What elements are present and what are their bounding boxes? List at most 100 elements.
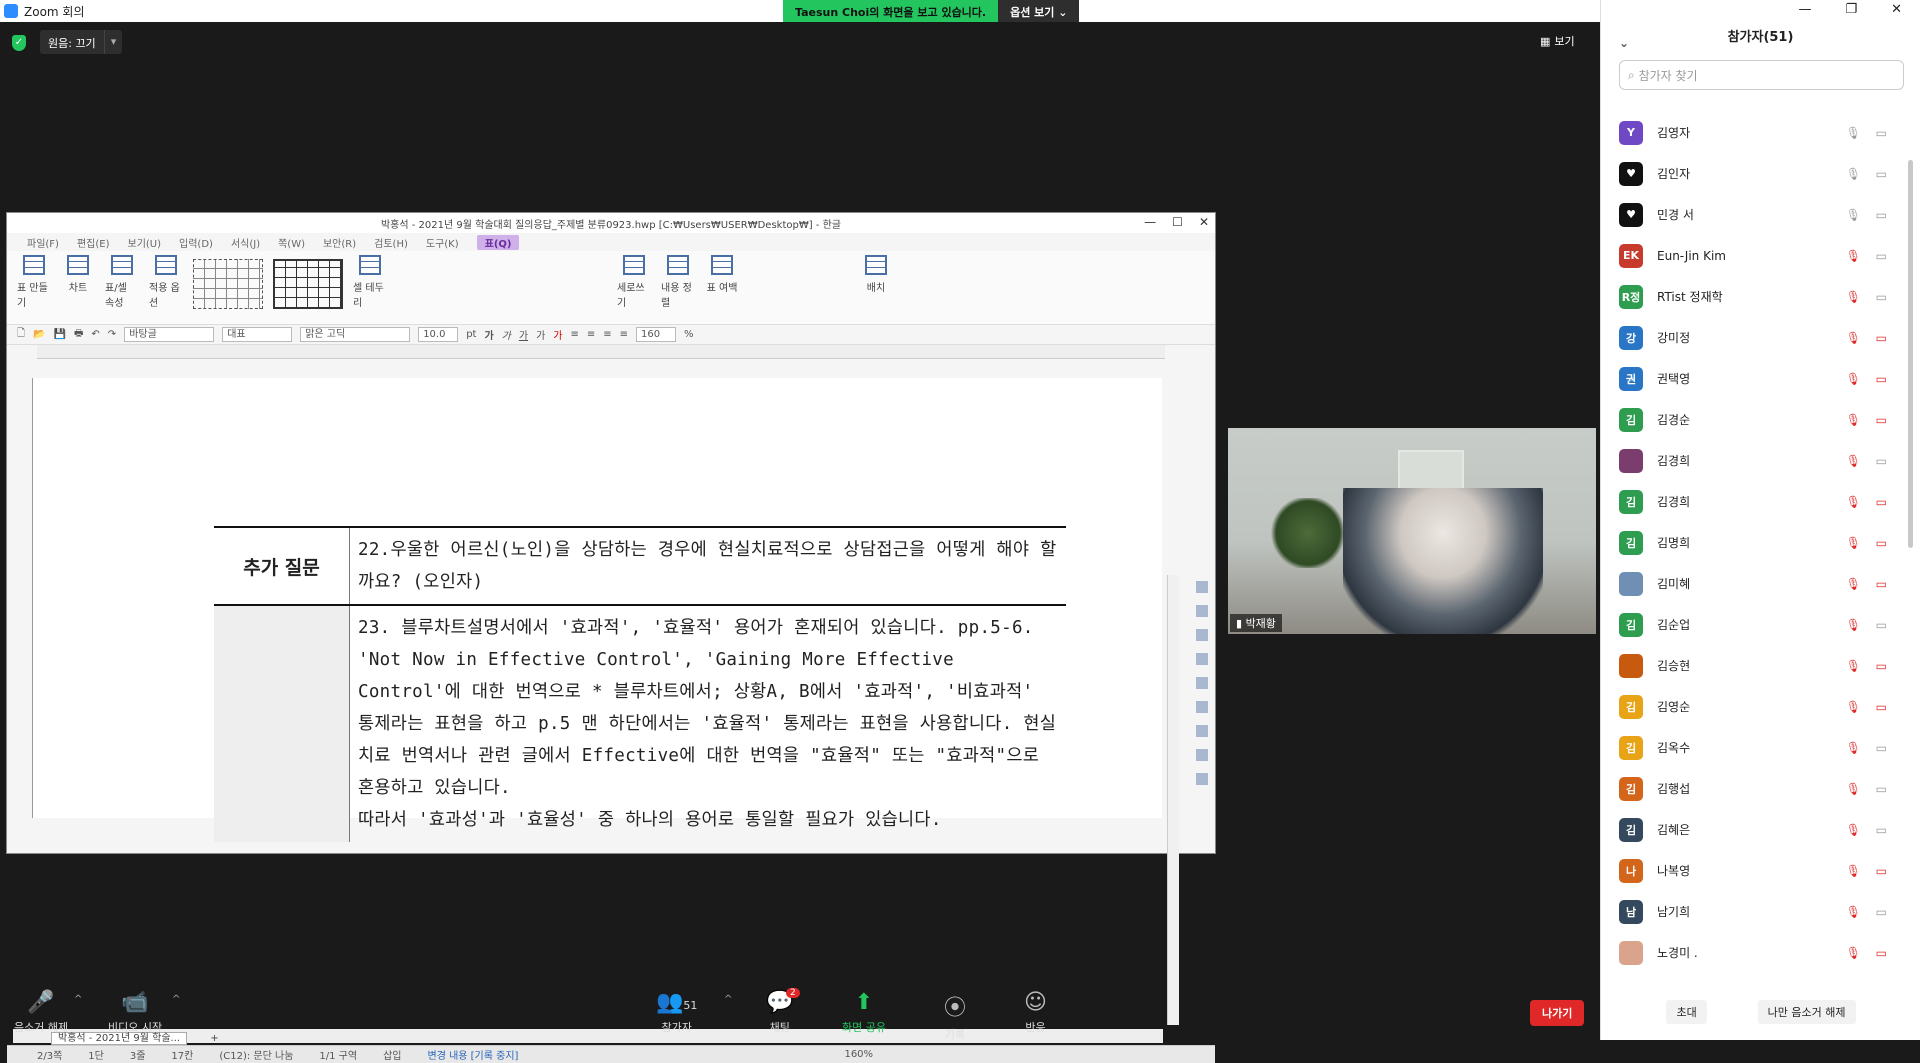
- close-icon[interactable]: ✕: [1891, 2, 1902, 17]
- participant-row[interactable]: 김경희 🎙 ▭: [1601, 440, 1901, 481]
- mic-muted-icon[interactable]: 🎙: [1846, 659, 1861, 673]
- participant-row[interactable]: EK Eun-Jin Kim 🎙 ▭: [1601, 235, 1901, 276]
- view-options-button[interactable]: 옵션 보기 ⌄: [998, 0, 1080, 22]
- mic-muted-icon[interactable]: 🎙: [1846, 413, 1861, 427]
- video-off-icon[interactable]: ▭: [1876, 577, 1887, 591]
- participants-button[interactable]: 👥51 참가자: [656, 990, 697, 1035]
- mic-muted-icon[interactable]: 🎙: [1846, 782, 1861, 796]
- chart-button[interactable]: 차트: [61, 255, 95, 320]
- video-off-icon[interactable]: ▭: [1876, 700, 1887, 714]
- new-doc-icon[interactable]: 🗋: [17, 326, 25, 343]
- menu-security[interactable]: 보안(R): [323, 235, 356, 250]
- video-off-icon[interactable]: ▭: [1876, 946, 1887, 960]
- mic-muted-icon[interactable]: 🎙: [1846, 618, 1861, 632]
- participant-row[interactable]: 김승현 🎙 ▭: [1601, 645, 1901, 686]
- mic-muted-icon[interactable]: 🎙: [1846, 536, 1861, 550]
- cell-properties-button[interactable]: 표/셀 속성: [105, 255, 139, 320]
- print-icon[interactable]: 🖶: [74, 326, 83, 343]
- minimize-icon[interactable]: —: [1144, 215, 1156, 229]
- original-sound-button[interactable]: 원음: 끄기 ▾: [40, 30, 123, 54]
- vertical-writing-button[interactable]: 세로쓰기: [617, 255, 651, 320]
- mic-muted-icon[interactable]: 🎙: [1846, 372, 1861, 386]
- side-tool-icon[interactable]: [1196, 749, 1208, 761]
- add-tab-icon[interactable]: +: [204, 1033, 224, 1044]
- side-tool-icon[interactable]: [1196, 581, 1208, 593]
- participant-row[interactable]: ♥ 김인자 🎙 ▭: [1601, 153, 1901, 194]
- share-screen-button[interactable]: ⬆ 화면 공유: [842, 990, 886, 1035]
- leave-button[interactable]: 나가기: [1530, 1000, 1585, 1026]
- participant-row[interactable]: 김 김명희 🎙 ▭: [1601, 522, 1901, 563]
- maximize-icon[interactable]: ☐: [1172, 215, 1183, 229]
- start-video-button[interactable]: 📹 비디오 시작: [108, 990, 162, 1035]
- font-size-field[interactable]: 10.0: [418, 327, 459, 342]
- unmute-me-button[interactable]: 나만 음소거 해제: [1757, 1000, 1856, 1024]
- participant-search-input[interactable]: ⌕ 참가자 찾기: [1619, 60, 1904, 90]
- video-off-icon[interactable]: ▭: [1876, 331, 1887, 345]
- participant-row[interactable]: 노경미 . 🎙 ▭: [1601, 932, 1901, 973]
- video-icon[interactable]: ▭: [1876, 167, 1887, 181]
- font-color-icon[interactable]: 가: [553, 327, 562, 342]
- encryption-shield-icon[interactable]: ✓: [12, 35, 26, 51]
- participant-row[interactable]: 강 강미정 🎙 ▭: [1601, 317, 1901, 358]
- underline-icon[interactable]: 가: [519, 327, 528, 342]
- close-icon[interactable]: ✕: [1199, 215, 1209, 229]
- audio-options-chevron-icon[interactable]: ^: [74, 994, 82, 1005]
- participant-row[interactable]: 김 김혜은 🎙 ▭: [1601, 809, 1901, 850]
- invite-button[interactable]: 초대: [1666, 1000, 1707, 1024]
- question-23-cell[interactable]: 23. 블루차트설명서에서 '효과적', '효율적' 용어가 혼재되어 있습니다…: [350, 606, 1066, 842]
- mic-muted-icon[interactable]: 🎙: [1846, 454, 1861, 468]
- participant-row[interactable]: 김 김행섭 🎙 ▭: [1601, 768, 1901, 809]
- mic-muted-icon[interactable]: 🎙: [1846, 290, 1861, 304]
- table-margin-button[interactable]: 표 여백: [705, 255, 739, 320]
- question-22[interactable]: 22.우울한 어르신(노인)을 상담하는 경우에 현실치료적으로 상담접근을 어…: [350, 528, 1066, 604]
- participant-row[interactable]: 김 김순업 🎙 ▭: [1601, 604, 1901, 645]
- align-left-icon[interactable]: ≡: [570, 329, 578, 340]
- cell-border-button[interactable]: 셀 테두리: [353, 255, 387, 320]
- strike-icon[interactable]: 가: [536, 327, 545, 342]
- align-center-icon[interactable]: ≡: [587, 329, 595, 340]
- side-tool-icon[interactable]: [1196, 701, 1208, 713]
- side-tool-icon[interactable]: [1196, 773, 1208, 785]
- video-icon[interactable]: ▭: [1876, 249, 1887, 263]
- vertical-scrollbar[interactable]: [1167, 575, 1179, 1025]
- mic-muted-icon[interactable]: 🎙: [1846, 577, 1861, 591]
- participant-row[interactable]: ♥ 민경 서 🎙 ▭: [1601, 194, 1901, 235]
- zoom-field[interactable]: 160: [636, 327, 677, 342]
- mic-muted-icon[interactable]: 🎙: [1846, 700, 1861, 714]
- mic-muted-icon[interactable]: 🎙: [1846, 741, 1861, 755]
- video-off-icon[interactable]: ▭: [1876, 372, 1887, 386]
- video-off-icon[interactable]: ▭: [1876, 495, 1887, 509]
- record-button[interactable]: ⦿ 기록: [944, 990, 966, 1042]
- menu-insert[interactable]: 입력(D): [179, 235, 213, 250]
- table-create-button[interactable]: 표 만들기: [17, 255, 51, 320]
- collapse-panel-icon[interactable]: ⌄: [1619, 36, 1629, 50]
- status-zoom[interactable]: 160%: [844, 1049, 873, 1060]
- participant-list-scrollbar[interactable]: [1908, 160, 1913, 548]
- language-select[interactable]: 대표: [222, 327, 293, 342]
- content-align-button[interactable]: 내용 정렬: [661, 255, 695, 320]
- mic-muted-icon[interactable]: 🎙: [1846, 331, 1861, 345]
- align-right-icon[interactable]: ≡: [603, 329, 611, 340]
- status-insert[interactable]: 삽입: [383, 1047, 401, 1062]
- table-header-cell[interactable]: 추가 질문: [214, 528, 350, 604]
- bold-icon[interactable]: 가: [484, 327, 493, 342]
- unmute-button[interactable]: 🎤 음소거 해제: [14, 990, 68, 1035]
- participants-options-chevron-icon[interactable]: ^: [724, 994, 732, 1005]
- participant-row[interactable]: R정 RTist 정재학 🎙 ▭: [1601, 276, 1901, 317]
- video-off-icon[interactable]: ▭: [1876, 864, 1887, 878]
- table-style-grid[interactable]: [273, 259, 343, 309]
- menu-page[interactable]: 쪽(W): [278, 235, 305, 250]
- video-icon[interactable]: ▭: [1876, 454, 1887, 468]
- video-off-icon[interactable]: ▭: [1876, 536, 1887, 550]
- menu-view[interactable]: 보기(U): [128, 235, 162, 250]
- style-select[interactable]: 바탕글: [124, 327, 215, 342]
- view-button[interactable]: ▦ 보기: [1540, 33, 1575, 49]
- table-header-cell-empty[interactable]: [214, 606, 350, 842]
- mic-icon[interactable]: 🎙: [1846, 208, 1861, 222]
- side-tool-icon[interactable]: [1196, 605, 1208, 617]
- participant-row[interactable]: 김 김경희 🎙 ▭: [1601, 481, 1901, 522]
- video-options-chevron-icon[interactable]: ^: [172, 994, 180, 1005]
- menu-format[interactable]: 서식(J): [231, 235, 260, 250]
- chevron-down-icon[interactable]: ▾: [103, 30, 123, 54]
- mic-icon[interactable]: 🎙: [1846, 167, 1861, 181]
